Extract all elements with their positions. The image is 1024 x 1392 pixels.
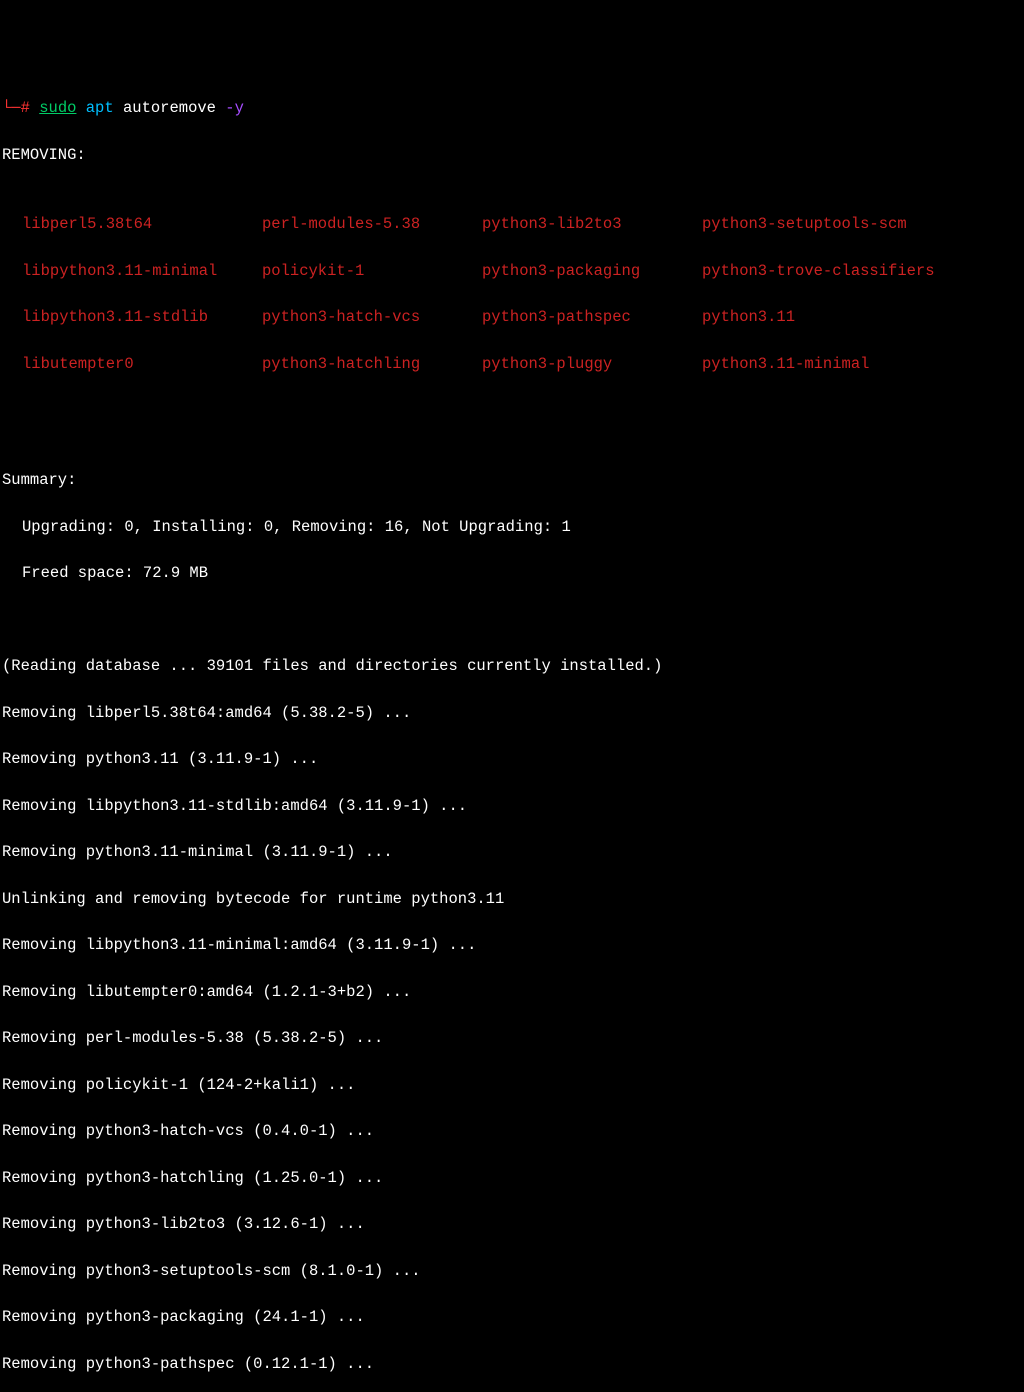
- apt-command: apt: [86, 97, 114, 120]
- output-line: Removing python3-setuptools-scm (8.1.0-1…: [2, 1260, 1022, 1283]
- output-line: Removing python3.11 (3.11.9-1) ...: [2, 748, 1022, 771]
- sudo-command: sudo: [39, 97, 76, 120]
- output-line: Removing perl-modules-5.38 (5.38.2-5) ..…: [2, 1027, 1022, 1050]
- summary-header: Summary:: [2, 469, 1022, 492]
- package-name: python3.11-minimal: [702, 353, 1022, 376]
- package-name: python3-pluggy: [482, 353, 702, 376]
- summary-stats: Upgrading: 0, Installing: 0, Removing: 1…: [2, 516, 1022, 539]
- output-line: Removing python3-hatchling (1.25.0-1) ..…: [2, 1167, 1022, 1190]
- output-line: Removing python3-pathspec (0.12.1-1) ...: [2, 1353, 1022, 1376]
- package-name: python3-pathspec: [482, 306, 702, 329]
- package-name: python3-packaging: [482, 260, 702, 283]
- output-line: (Reading database ... 39101 files and di…: [2, 655, 1022, 678]
- package-name: perl-modules-5.38: [262, 213, 482, 236]
- output-line: Removing libpython3.11-stdlib:amd64 (3.1…: [2, 795, 1022, 818]
- package-name: libpython3.11-minimal: [22, 260, 262, 283]
- package-name: libutempter0: [22, 353, 262, 376]
- output-line: Unlinking and removing bytecode for runt…: [2, 888, 1022, 911]
- output-line: Removing python3-lib2to3 (3.12.6-1) ...: [2, 1213, 1022, 1236]
- output-line: Removing libutempter0:amd64 (1.2.1-3+b2)…: [2, 981, 1022, 1004]
- blank-line: [2, 423, 1022, 446]
- package-row: libpython3.11-stdlibpython3-hatch-vcspyt…: [22, 306, 1022, 329]
- command-prompt-line[interactable]: └─# sudo apt autoremove -y: [2, 97, 1022, 120]
- package-name: python3.11: [702, 306, 1022, 329]
- package-name: python3-trove-classifiers: [702, 260, 1022, 283]
- output-line: Removing python3-hatch-vcs (0.4.0-1) ...: [2, 1120, 1022, 1143]
- package-row: libpython3.11-minimalpolicykit-1python3-…: [22, 260, 1022, 283]
- package-name: python3-hatchling: [262, 353, 482, 376]
- yes-flag: -y: [225, 97, 244, 120]
- removing-header: REMOVING:: [2, 144, 1022, 167]
- package-name: policykit-1: [262, 260, 482, 283]
- package-name: python3-hatch-vcs: [262, 306, 482, 329]
- package-removal-grid: libperl5.38t64perl-modules-5.38python3-l…: [2, 190, 1022, 399]
- output-line: Removing python3-packaging (24.1-1) ...: [2, 1306, 1022, 1329]
- autoremove-subcommand: autoremove: [123, 97, 216, 120]
- package-name: python3-setuptools-scm: [702, 213, 1022, 236]
- summary-freed-space: Freed space: 72.9 MB: [2, 562, 1022, 585]
- package-row: libperl5.38t64perl-modules-5.38python3-l…: [22, 213, 1022, 236]
- package-name: python3-lib2to3: [482, 213, 702, 236]
- blank-line: [2, 609, 1022, 632]
- package-name: libpython3.11-stdlib: [22, 306, 262, 329]
- prompt-prefix: └─#: [2, 97, 30, 120]
- package-row: libutempter0python3-hatchlingpython3-plu…: [22, 353, 1022, 376]
- output-line: Removing python3.11-minimal (3.11.9-1) .…: [2, 841, 1022, 864]
- output-line: Removing libperl5.38t64:amd64 (5.38.2-5)…: [2, 702, 1022, 725]
- output-line: Removing policykit-1 (124-2+kali1) ...: [2, 1074, 1022, 1097]
- output-line: Removing libpython3.11-minimal:amd64 (3.…: [2, 934, 1022, 957]
- package-name: libperl5.38t64: [22, 213, 262, 236]
